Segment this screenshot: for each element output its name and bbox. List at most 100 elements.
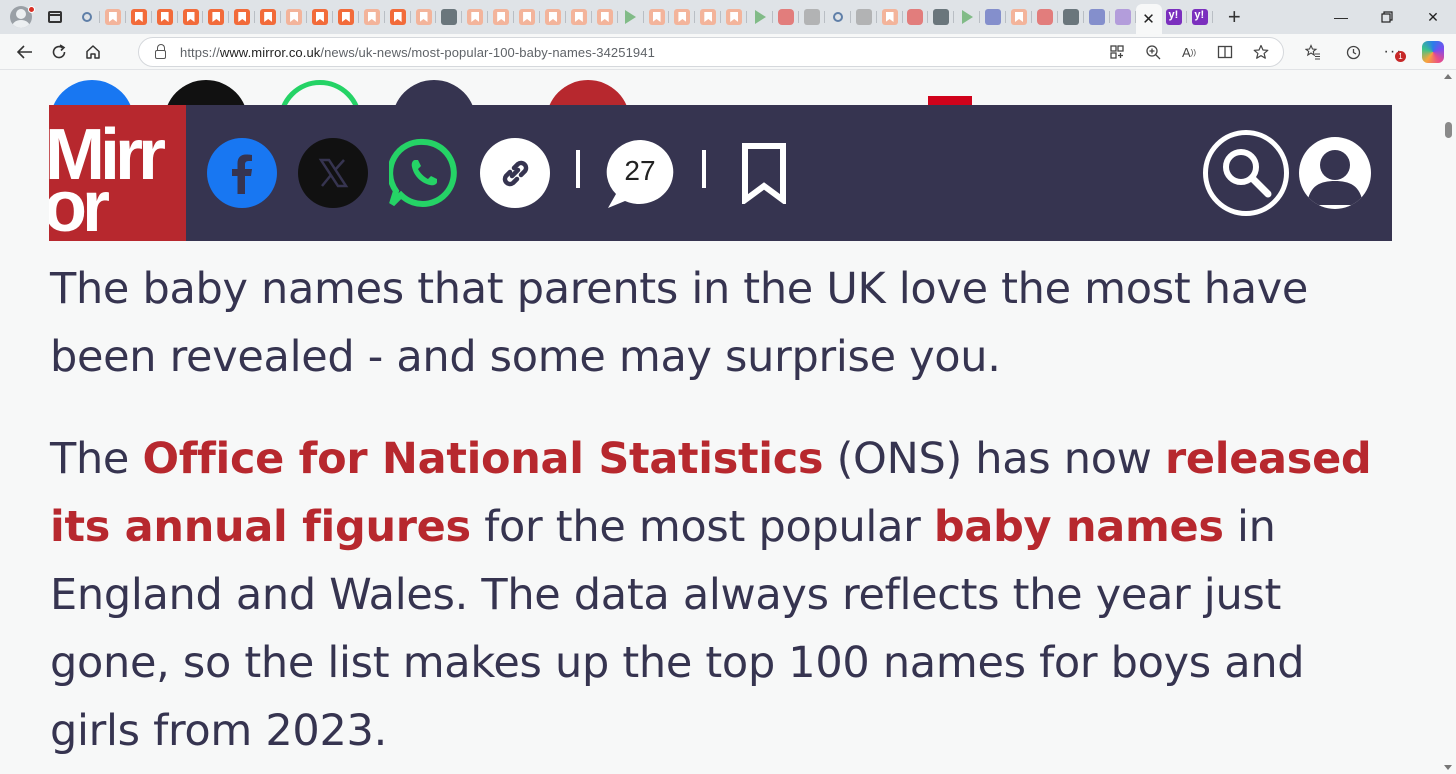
browser-tab[interactable] xyxy=(74,3,100,31)
browser-tab[interactable] xyxy=(1084,3,1110,31)
tab-favicon-icon xyxy=(985,9,1002,25)
tab-favicon-icon xyxy=(803,9,820,25)
browser-tab[interactable] xyxy=(825,3,851,31)
browser-tab[interactable] xyxy=(152,3,178,31)
tab-favicon-icon xyxy=(625,10,637,24)
browser-tab[interactable] xyxy=(592,3,618,31)
favorite-star-icon[interactable] xyxy=(1249,40,1273,64)
facebook-share-button[interactable] xyxy=(207,138,277,208)
browser-tab[interactable] xyxy=(1162,3,1188,31)
tab-favicon-icon xyxy=(674,9,691,25)
scroll-thumb[interactable] xyxy=(1445,122,1452,138)
browser-tab[interactable] xyxy=(773,3,799,31)
app-available-icon[interactable] xyxy=(1105,40,1129,64)
browser-tab[interactable] xyxy=(411,3,437,31)
back-button[interactable] xyxy=(8,37,42,67)
browser-tab[interactable] xyxy=(721,3,748,31)
browser-tab[interactable] xyxy=(514,3,540,31)
favorites-button[interactable] xyxy=(1296,37,1330,67)
browser-tab[interactable] xyxy=(540,3,566,31)
immersive-reader-icon[interactable] xyxy=(1213,40,1237,64)
history-button[interactable] xyxy=(1336,37,1370,67)
search-button[interactable] xyxy=(1203,130,1289,216)
browser-tab[interactable] xyxy=(618,3,644,31)
browser-tab[interactable] xyxy=(178,3,204,31)
browser-tab[interactable] xyxy=(1006,3,1032,31)
tab-favicon-icon xyxy=(544,9,561,25)
zoom-icon[interactable] xyxy=(1141,40,1165,64)
site-header: Mirr or 27 xyxy=(49,105,1392,241)
browser-tab[interactable] xyxy=(903,3,929,31)
mirror-logo[interactable]: Mirr or xyxy=(49,105,186,241)
tab-favicon-icon xyxy=(596,9,613,25)
browser-tab[interactable] xyxy=(1058,3,1084,31)
search-icon xyxy=(1223,149,1272,198)
tab-favicon-icon xyxy=(260,9,277,25)
tab-favicon-icon xyxy=(286,9,303,25)
browser-tab[interactable] xyxy=(1187,3,1214,31)
baby-names-link[interactable]: baby names xyxy=(934,502,1224,552)
lock-icon[interactable] xyxy=(155,43,166,59)
url-text[interactable]: https://www.mirror.co.uk/news/uk-news/mo… xyxy=(180,45,655,60)
browser-tab[interactable] xyxy=(229,3,256,31)
browser-tab[interactable] xyxy=(747,3,773,31)
ons-link[interactable]: Office for National Statistics xyxy=(142,434,823,484)
browser-tab[interactable] xyxy=(100,3,126,31)
profile-button[interactable] xyxy=(6,2,36,32)
refresh-icon xyxy=(52,43,66,58)
browser-tab[interactable] xyxy=(877,3,903,31)
active-tab[interactable]: ✕ xyxy=(1135,4,1162,34)
browser-tab[interactable] xyxy=(359,3,385,31)
minimize-button[interactable]: — xyxy=(1318,0,1364,34)
browser-tab[interactable] xyxy=(928,3,955,31)
browser-tab[interactable] xyxy=(980,3,1006,31)
tab-favicon-icon xyxy=(337,9,354,25)
tab-favicon-icon xyxy=(208,9,225,25)
browser-tab[interactable] xyxy=(695,3,722,31)
browser-tab[interactable] xyxy=(436,3,463,31)
tab-favicon-icon xyxy=(104,9,121,25)
home-button[interactable] xyxy=(76,37,110,67)
browser-tab[interactable] xyxy=(851,3,877,31)
browser-tab[interactable] xyxy=(462,3,489,31)
browser-tab[interactable] xyxy=(203,3,230,31)
browser-tab[interactable] xyxy=(385,3,411,31)
browser-tab[interactable] xyxy=(669,3,696,31)
browser-tab[interactable] xyxy=(1110,3,1136,31)
scroll-up-arrow-icon[interactable] xyxy=(1444,74,1452,79)
browser-tab[interactable] xyxy=(1032,3,1058,31)
browser-tab[interactable] xyxy=(644,3,670,31)
browser-tab[interactable] xyxy=(954,3,981,31)
copilot-button[interactable] xyxy=(1416,37,1450,67)
browser-tab[interactable] xyxy=(566,3,592,31)
tab-list: ✕ xyxy=(74,0,1214,34)
tab-actions-button[interactable] xyxy=(40,2,70,32)
restore-button[interactable] xyxy=(1364,0,1410,34)
tab-favicon-icon xyxy=(907,9,924,25)
browser-tab[interactable] xyxy=(255,3,282,31)
settings-more-button[interactable]: ··· 1 xyxy=(1376,37,1410,67)
copy-link-button[interactable] xyxy=(480,138,550,208)
bookmark-button[interactable] xyxy=(729,138,799,208)
whatsapp-share-button[interactable] xyxy=(389,138,459,208)
refresh-button[interactable] xyxy=(42,37,76,67)
favorites-icon xyxy=(1305,44,1320,60)
x-share-button[interactable] xyxy=(298,138,368,208)
browser-tab[interactable] xyxy=(281,3,307,31)
comments-button[interactable]: 27 xyxy=(605,138,675,208)
scroll-down-arrow-icon[interactable] xyxy=(1444,765,1452,770)
account-button[interactable] xyxy=(1299,137,1371,209)
close-tab-icon[interactable]: ✕ xyxy=(1142,12,1155,27)
browser-tab[interactable] xyxy=(488,3,515,31)
browser-tab[interactable] xyxy=(307,3,333,31)
close-window-button[interactable]: ✕ xyxy=(1410,0,1456,34)
address-bar[interactable]: https://www.mirror.co.uk/news/uk-news/mo… xyxy=(138,37,1284,67)
new-tab-button[interactable]: + xyxy=(1219,2,1249,32)
browser-tab[interactable] xyxy=(799,3,825,31)
browser-tab[interactable] xyxy=(126,3,152,31)
browser-tab[interactable] xyxy=(333,3,359,31)
read-aloud-icon[interactable]: A)) xyxy=(1177,40,1201,64)
tab-strip: ✕ + — ✕ xyxy=(0,0,1456,34)
vertical-scrollbar[interactable] xyxy=(1440,70,1456,774)
tab-favicon-icon xyxy=(493,9,510,25)
